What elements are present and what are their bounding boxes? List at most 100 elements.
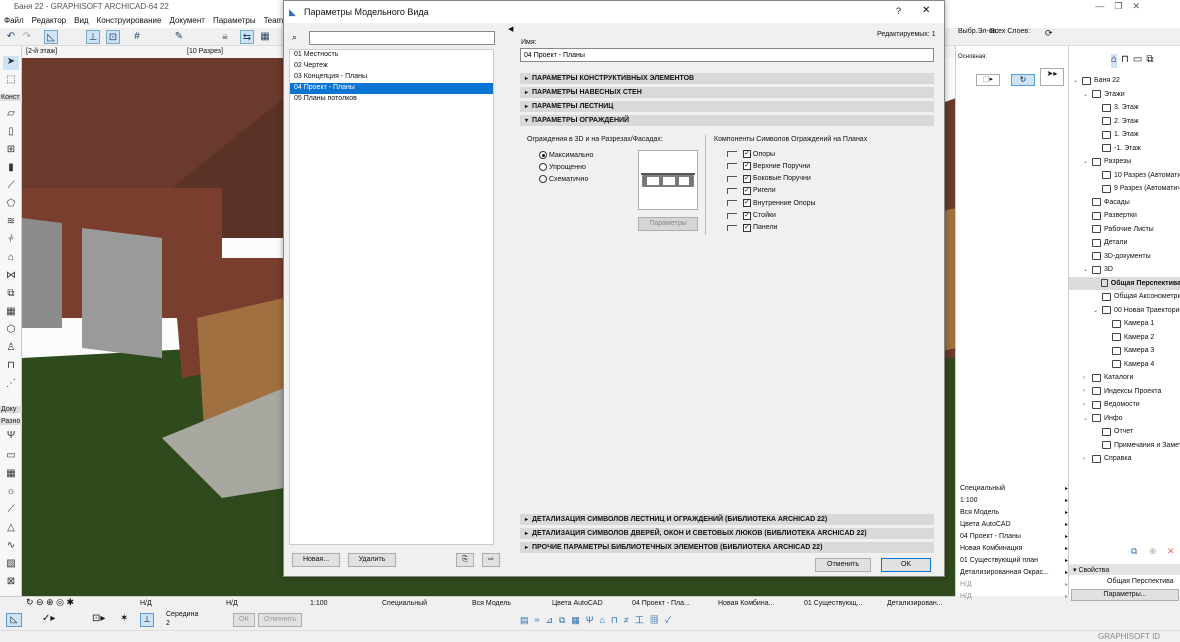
- railing-params-button[interactable]: Параметры: [638, 217, 698, 231]
- arrow-tool-icon[interactable]: ➤: [3, 56, 19, 70]
- ok-button[interactable]: OK: [233, 613, 255, 627]
- grid-snap-icon[interactable]: ⊡: [106, 30, 120, 44]
- zone-tool-icon[interactable]: ⊓: [3, 360, 19, 374]
- project-map-icon[interactable]: ⌂: [1111, 54, 1118, 68]
- navigator-item[interactable]: Камера 1: [1103, 317, 1154, 330]
- chevron-down-icon[interactable]: ⌄: [1083, 158, 1089, 165]
- navigator-item[interactable]: ⌄ Баня 22: [1073, 74, 1120, 87]
- chevron-right-icon[interactable]: ›: [1083, 375, 1089, 381]
- column-tool-icon[interactable]: ▮: [3, 162, 19, 176]
- component-checkbox[interactable]: ✓ Боковые Поручни: [727, 174, 811, 183]
- navigator-item[interactable]: Фасады: [1083, 196, 1130, 209]
- checkbox-icon[interactable]: ✓: [743, 174, 751, 183]
- new-view-icon[interactable]: ⧉: [1131, 546, 1137, 557]
- dialog-ok-button[interactable]: OK: [881, 558, 931, 572]
- refresh-icon[interactable]: ⟳: [1045, 28, 1053, 39]
- chevron-down-icon[interactable]: ⌄: [1073, 77, 1079, 84]
- mesh-tool-icon[interactable]: ⧉: [3, 288, 19, 302]
- navigator-item[interactable]: Общая Перспектива: [1069, 276, 1180, 290]
- shell-tool-icon[interactable]: ⋈: [3, 270, 19, 284]
- menu-item-layer-combo[interactable]: Новая Комбинация ▸: [956, 542, 1071, 554]
- navigator-item[interactable]: ⌄ Этажи: [1083, 88, 1125, 101]
- table-icon[interactable]: ▦: [258, 30, 272, 44]
- navigator-item[interactable]: Камера 2: [1103, 331, 1154, 344]
- search-input[interactable]: [309, 31, 495, 45]
- component-checkbox[interactable]: ✓ Верхние Поручни: [727, 162, 810, 171]
- section-railings[interactable]: ▾ ПАРАМЕТРЫ ОГРАЖДЕНИЙ: [520, 115, 934, 126]
- navigator-item[interactable]: ⌄ Разрезы: [1083, 155, 1131, 168]
- menu-document[interactable]: Документ: [169, 16, 205, 28]
- tab-floor-2[interactable]: [2-й этаж]: [26, 48, 57, 55]
- menu-item-structure[interactable]: Вся Модель ▸: [956, 506, 1071, 518]
- status-pens[interactable]: Цвета AutoCAD: [552, 600, 603, 607]
- lamp-tool-icon[interactable]: ☼: [3, 486, 19, 500]
- navigator-item[interactable]: 10 Разрез (Автоматич: [1093, 169, 1180, 182]
- mesh2-tool-icon[interactable]: ⋰: [3, 378, 19, 392]
- toolbox-group-document[interactable]: Доку: [0, 406, 22, 413]
- navigator-item[interactable]: 1. Этаж: [1093, 128, 1139, 141]
- snap-mode[interactable]: Середина: [166, 611, 198, 618]
- navigator-item[interactable]: 9 Разрез (Автоматиче: [1093, 182, 1180, 195]
- layout-book-icon[interactable]: ▭: [1133, 54, 1142, 68]
- navigator-item[interactable]: Отчет: [1093, 425, 1133, 438]
- lock-icon[interactable]: 🔒︎: [218, 30, 232, 44]
- toolbox-group-design[interactable]: Конст: [0, 94, 22, 101]
- guide-icon[interactable]: ◺: [6, 613, 22, 627]
- menu-edit[interactable]: Редактор: [32, 16, 66, 28]
- checkbox-icon[interactable]: ✓: [743, 211, 751, 220]
- new-button[interactable]: Новая...: [292, 553, 340, 567]
- chevron-right-icon[interactable]: ›: [1083, 456, 1089, 462]
- menu-item-model-view[interactable]: 04 Проект - Планы ▸: [956, 530, 1071, 542]
- navigator-item[interactable]: › Индексы Проекта: [1083, 385, 1161, 398]
- menu-design[interactable]: Конструирование: [97, 16, 162, 28]
- status-model-view[interactable]: 04 Проект - Пла...: [632, 600, 690, 607]
- zoom-controls-icon[interactable]: ↻ ⊖ ⊕ ◎ ✱: [26, 597, 74, 608]
- stair-tool-icon[interactable]: ≋: [3, 216, 19, 230]
- publisher-icon[interactable]: ⧉: [1146, 54, 1153, 68]
- level-tool-icon[interactable]: ▭: [3, 450, 19, 464]
- status-nd-1[interactable]: Н/Д: [140, 600, 152, 607]
- collapse-arrow-icon[interactable]: ◀: [508, 25, 513, 33]
- view-map-icon[interactable]: ⊓: [1121, 54, 1129, 68]
- component-checkbox[interactable]: ✓ Стойки: [727, 211, 776, 220]
- edit-mode-button[interactable]: ⬚▸: [976, 74, 1000, 86]
- navigator-item[interactable]: -1. Этаж: [1093, 142, 1141, 155]
- graphisoft-id[interactable]: GRAPHISOFT ID: [1098, 632, 1160, 641]
- status-graphic-override[interactable]: Детализирован...: [887, 600, 943, 607]
- navigator-item[interactable]: 2. Этаж: [1093, 115, 1139, 128]
- special-snap-icon[interactable]: ⊥: [140, 613, 154, 627]
- chevron-right-icon[interactable]: ›: [1083, 402, 1089, 408]
- list-item[interactable]: 02 Чертеж: [290, 61, 493, 72]
- chevron-right-icon[interactable]: ›: [1083, 388, 1089, 394]
- object-tool-icon[interactable]: ♙: [3, 342, 19, 356]
- section-construction[interactable]: ▸ ПАРАМЕТРЫ КОНСТРУКТИВНЫХ ЭЛЕМЕНТОВ: [520, 73, 934, 84]
- navigator-item[interactable]: ⌄ 3D: [1083, 263, 1113, 276]
- close-button[interactable]: ✕: [922, 5, 930, 16]
- grid-icon[interactable]: #: [130, 30, 144, 44]
- status-scale[interactable]: 1:100: [310, 600, 328, 607]
- navigator-item[interactable]: › Справка: [1083, 452, 1131, 465]
- menu-item-pen-set[interactable]: Специальный ▸: [956, 482, 1071, 494]
- window-controls[interactable]: — ❐ ✕: [1095, 1, 1140, 12]
- section-other-library[interactable]: ▸ ПРОЧИЕ ПАРАМЕТРЫ БИБЛИОТЕЧНЫХ ЭЛЕМЕНТОВ…: [520, 542, 934, 553]
- redo-icon[interactable]: ↷: [20, 30, 34, 44]
- status-structure[interactable]: Вся Модель: [472, 600, 511, 607]
- status-layer-combo[interactable]: Новая Комбина...: [718, 600, 774, 607]
- slab-tool-icon[interactable]: ⬠: [3, 198, 19, 212]
- beam-tool-icon[interactable]: ⟋: [3, 180, 19, 194]
- status-renovation[interactable]: 01 Существующ...: [804, 600, 862, 607]
- export-icon[interactable]: ⇨: [482, 553, 500, 567]
- component-checkbox[interactable]: ✓ Панели: [727, 223, 777, 232]
- navigator-item[interactable]: Рабочие Листы: [1083, 223, 1154, 236]
- chevron-down-icon[interactable]: ⌄: [1093, 307, 1099, 314]
- menu-item-renovation[interactable]: 01 Существующий план ▸: [956, 554, 1071, 566]
- list-item-selected[interactable]: 04 Проект - Планы: [290, 83, 493, 94]
- section-stair-railing-symbols[interactable]: ▸ ДЕТАЛИЗАЦИЯ СИМВОЛОВ ЛЕСТНИЦ И ОГРАЖДЕН…: [520, 514, 934, 525]
- chevron-down-icon[interactable]: ⌄: [1083, 91, 1089, 98]
- checkbox-icon[interactable]: ✓: [743, 162, 751, 171]
- status-nd-2[interactable]: Н/Д: [226, 600, 238, 607]
- guide-line-icon[interactable]: ◺: [44, 30, 58, 44]
- menu-item-nd-1[interactable]: Н/Д ▸: [956, 578, 1071, 590]
- dialog-cancel-button[interactable]: Отменить: [815, 558, 871, 572]
- cancel-snap-button[interactable]: Отменить: [258, 613, 302, 627]
